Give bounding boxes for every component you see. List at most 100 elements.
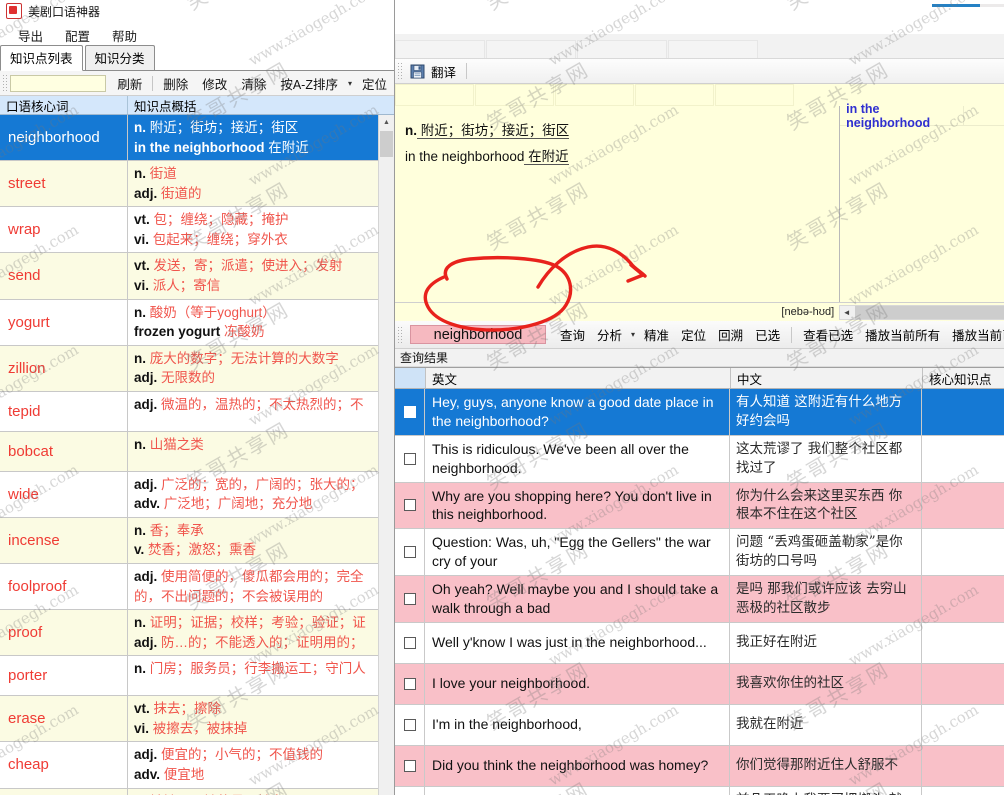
- phrase-row[interactable]: in the neighborhood: [840, 102, 1004, 130]
- word-list-scrollbar[interactable]: ▲: [378, 115, 394, 795]
- row-checkbox[interactable]: [403, 718, 416, 731]
- row-checkbox-cell[interactable]: [395, 482, 425, 529]
- column-header-summary[interactable]: 知识点概括: [128, 96, 394, 114]
- edit-button[interactable]: 修改: [195, 72, 234, 95]
- analyze-button[interactable]: 分析: [591, 322, 628, 347]
- word-list-row[interactable]: shoveln. 铁铲；一铲的量；铲车vt. 铲除；用铲挖；把…胡乱塞入: [0, 788, 394, 795]
- row-checkbox[interactable]: [403, 499, 416, 512]
- right-tab-4[interactable]: [668, 40, 758, 58]
- scroll-up-icon[interactable]: ▲: [379, 115, 394, 130]
- word-list-row[interactable]: street n. 街道 adj. 街道的: [0, 161, 394, 208]
- refresh-button[interactable]: 刷新: [110, 72, 149, 95]
- word-list-row[interactable]: bobcat n. 山猫之类: [0, 431, 394, 472]
- word-list-row[interactable]: wide adj. 广泛的；宽的，广阔的；张大的； adv. 广泛地；广阔地；充分地: [0, 471, 394, 518]
- chevron-down-icon-analyze[interactable]: ▾: [628, 330, 638, 339]
- query-button[interactable]: 查询: [554, 322, 591, 347]
- locate-result-button[interactable]: 定位: [675, 322, 712, 347]
- word-list-row[interactable]: erase vt. 抹去；擦除 vi. 被擦去，被抹掉: [0, 696, 394, 743]
- play-selected-button[interactable]: 播放当前已选: [946, 322, 1004, 347]
- delete-button[interactable]: 删除: [156, 72, 195, 95]
- hscroll-track[interactable]: [853, 305, 1004, 319]
- table-row[interactable]: Question: Was, uh, "Egg the Gellers" the…: [395, 529, 1004, 577]
- word-list-row[interactable]: neighborhood n. 附近；街坊；接近；街区 in the neighbo…: [0, 115, 394, 162]
- phrase-hscrollbar[interactable]: ◄ ►: [839, 304, 1004, 320]
- word-list-row[interactable]: proof n. 证明；证据；校样；考验；验证；证 adj. 防…的；不能透入的；证…: [0, 610, 394, 657]
- translate-button[interactable]: 翻译: [425, 60, 462, 83]
- meta-field-4[interactable]: [635, 84, 714, 106]
- word-list-body[interactable]: neighborhood n. 附近；街坊；接近；街区 in the neighbo…: [0, 115, 394, 795]
- table-row[interactable]: Did you think the neighborhood was homey…: [395, 745, 1004, 787]
- right-tab-1[interactable]: [395, 40, 485, 58]
- column-header-keypoint[interactable]: 核心知识点: [923, 368, 1004, 388]
- scroll-left-icon[interactable]: ◄: [840, 308, 853, 317]
- meta-field-1[interactable]: [395, 84, 474, 106]
- table-row[interactable]: I'm in the neighborhood, 我就在附近: [395, 704, 1004, 746]
- backtrack-button[interactable]: 回溯: [712, 322, 749, 347]
- selected-button[interactable]: 已选: [749, 322, 786, 347]
- row-checkbox-cell[interactable]: [395, 622, 425, 663]
- right-tab-3[interactable]: [577, 40, 667, 58]
- word-list-row[interactable]: yogurt n. 酸奶（等于yoghurt） frozen yogurt 冻酸奶: [0, 299, 394, 346]
- word-list-row[interactable]: wrap vt. 包；缠绕；隐藏；掩护 vi. 包起来；缠绕；穿外衣: [0, 207, 394, 254]
- meta-field-5[interactable]: [715, 84, 794, 106]
- column-header-chinese[interactable]: 中文: [731, 368, 923, 388]
- editor-toolbar-grip[interactable]: [397, 62, 404, 80]
- view-selected-button[interactable]: 查看已选: [797, 322, 859, 347]
- row-checkbox[interactable]: [403, 593, 416, 606]
- scrollbar-thumb[interactable]: [380, 131, 393, 157]
- precise-button[interactable]: 精准: [638, 322, 675, 347]
- locate-button[interactable]: 定位: [355, 72, 394, 95]
- list-search-input[interactable]: [10, 74, 107, 92]
- table-row[interactable]: This is ridiculous. We've been all over …: [395, 435, 1004, 483]
- row-checkbox[interactable]: [403, 452, 416, 465]
- play-all-button[interactable]: 播放当前所有: [859, 322, 946, 347]
- right-tab-2[interactable]: [486, 40, 576, 58]
- save-icon[interactable]: [410, 64, 425, 79]
- word-list-row[interactable]: incense n. 香；奉承 v. 焚香；激怒；熏香: [0, 517, 394, 564]
- row-checkbox[interactable]: [403, 546, 416, 559]
- menu-item-config[interactable]: 配置: [55, 23, 100, 48]
- table-row[interactable]: I needed to buy a hammer the other night…: [395, 786, 1004, 795]
- tab-knowledge-category[interactable]: 知识分类: [84, 45, 155, 70]
- tab-knowledge-list[interactable]: 知识点列表: [0, 45, 83, 71]
- hscroll-thumb[interactable]: [855, 305, 1004, 319]
- row-checkbox[interactable]: [403, 677, 416, 690]
- row-checkbox-cell[interactable]: [395, 745, 425, 786]
- menu-item-help[interactable]: 帮助: [102, 23, 147, 48]
- meta-field-2[interactable]: [475, 84, 554, 106]
- row-checkbox[interactable]: [403, 405, 416, 418]
- column-header-word[interactable]: 口语核心词: [0, 96, 128, 114]
- definition-editor[interactable]: n. 附近；街坊；接近；街区 in the neighborhood 在附近: [395, 106, 840, 302]
- table-row[interactable]: Why are you shopping here? You don't liv…: [395, 482, 1004, 530]
- table-row[interactable]: Oh yeah? Well maybe you and I should tak…: [395, 576, 1004, 623]
- table-row[interactable]: Well y'know I was just in the neighborho…: [395, 622, 1004, 664]
- search-input[interactable]: neighborhood: [410, 325, 546, 344]
- table-row[interactable]: I love your neighborhood. 我喜欢你住的社区: [395, 663, 1004, 705]
- row-checkbox-cell[interactable]: [395, 389, 425, 435]
- table-row[interactable]: Hey, guys, anyone know a good date place…: [395, 389, 1004, 436]
- clear-button[interactable]: 清除: [234, 72, 273, 95]
- row-checkbox-cell[interactable]: [395, 786, 425, 795]
- row-checkbox[interactable]: [403, 636, 416, 649]
- word-list-row[interactable]: zillion n. 庞大的数字；无法计算的大数字 adj. 无限数的: [0, 345, 394, 392]
- phrase-side-list[interactable]: in the neighborhood: [839, 102, 1004, 302]
- row-checkbox-cell[interactable]: [395, 529, 425, 576]
- sort-az-button[interactable]: 按A-Z排序: [273, 72, 345, 95]
- column-header-english[interactable]: 英文: [426, 368, 731, 388]
- row-checkbox-cell[interactable]: [395, 576, 425, 622]
- results-table[interactable]: 英文 中文 核心知识点 ▲ Hey, guys, anyone know a g…: [395, 367, 1004, 795]
- toolbar-grip[interactable]: [2, 74, 8, 92]
- word-list-row[interactable]: porter n. 门房；服务员；行李搬运工；守门人: [0, 656, 394, 697]
- word-list-row[interactable]: tepid adj. 微温的，温热的；不太热烈的；不: [0, 391, 394, 432]
- row-checkbox-cell[interactable]: [395, 435, 425, 482]
- word-list-row[interactable]: send vt. 发送，寄；派遣；使进入；发射 vi. 派人；寄信: [0, 253, 394, 300]
- word-list-row[interactable]: cheap adj. 便宜的；小气的；不值钱的 adv. 便宜地: [0, 742, 394, 789]
- row-checkbox[interactable]: [403, 759, 416, 772]
- menu-item-export[interactable]: 导出: [8, 23, 53, 48]
- meta-field-3[interactable]: [555, 84, 634, 106]
- phrase-empty-cell[interactable]: [964, 106, 1004, 125]
- row-checkbox-cell[interactable]: [395, 663, 425, 704]
- search-toolbar-grip[interactable]: [397, 325, 404, 344]
- column-header-checkbox[interactable]: [395, 368, 426, 388]
- row-checkbox-cell[interactable]: [395, 704, 425, 745]
